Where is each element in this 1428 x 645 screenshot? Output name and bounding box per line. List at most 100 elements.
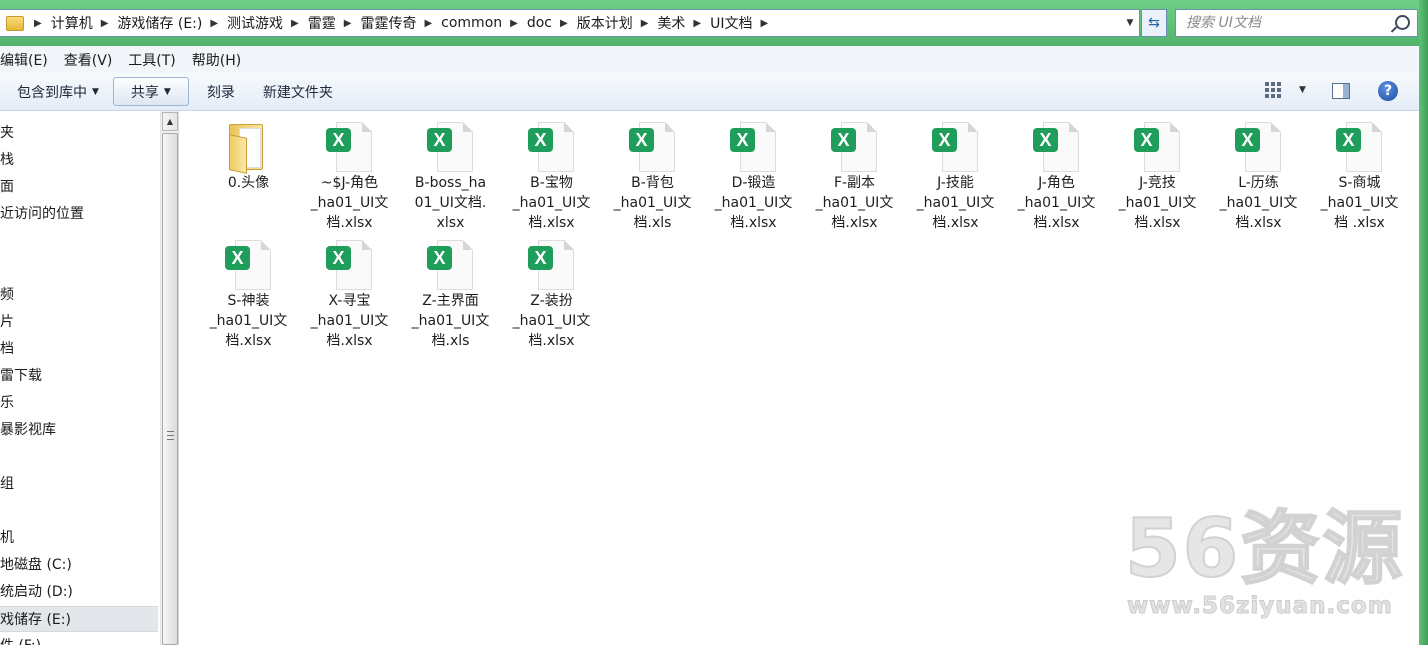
address-bar[interactable]: ▶ 计算机 ▶ 游戏储存 (E:) ▶ 测试游戏 ▶ 雷霆 ▶ 雷霆传奇 ▶ c…	[0, 9, 1140, 37]
scroll-grip-icon	[167, 431, 174, 440]
menu-tools[interactable]: 工具(T)	[120, 50, 183, 70]
chevron-right-icon[interactable]: ▶	[560, 18, 568, 29]
address-band: ▶ 计算机 ▶ 游戏储存 (E:) ▶ 测试游戏 ▶ 雷霆 ▶ 雷霆传奇 ▶ c…	[0, 0, 1428, 46]
excel-file-icon: X	[528, 240, 574, 292]
nav-scrollbar[interactable]: ▲	[160, 111, 179, 645]
help-icon[interactable]: ?	[1378, 81, 1398, 101]
file-item[interactable]: X ~$J-角色 _ha01_UI文 档.xlsx	[299, 111, 400, 231]
nav-item-baofeng-video-library[interactable]: 暴影视库	[0, 417, 158, 443]
breadcrumb-leiting-chuanqi[interactable]: 雷霆传奇	[360, 13, 416, 33]
excel-file-icon: X	[730, 122, 776, 174]
refresh-button[interactable]: ⇆	[1141, 9, 1167, 37]
breadcrumb-computer[interactable]: 计算机	[51, 13, 93, 33]
scroll-thumb[interactable]	[162, 133, 178, 645]
command-toolbar: 包含到库中 ▼ 共享 ▼ 刻录 新建文件夹 ▼ ?	[0, 73, 1419, 111]
breadcrumb-art[interactable]: 美术	[657, 13, 685, 33]
file-name: B-boss_ha 01_UI文档. xlsx	[414, 175, 487, 231]
nav-item-music[interactable]: 乐	[0, 390, 158, 416]
preview-pane-icon[interactable]	[1332, 83, 1350, 99]
chevron-right-icon[interactable]: ▶	[693, 18, 701, 29]
file-item[interactable]: X S-商城 _ha01_UI文 档 .xlsx	[1309, 111, 1410, 231]
chevron-right-icon[interactable]: ▶	[344, 18, 352, 29]
include-in-library-label: 包含到库中	[17, 84, 87, 101]
share-button[interactable]: 共享 ▼	[112, 77, 189, 106]
menu-view[interactable]: 查看(V)	[56, 50, 121, 70]
scroll-up-icon[interactable]: ▲	[162, 112, 178, 131]
menu-bar: 编辑(E) 查看(V) 工具(T) 帮助(H)	[0, 46, 1419, 74]
excel-file-icon: X	[427, 122, 473, 174]
file-item[interactable]: X S-神装 _ha01_UI文 档.xlsx	[198, 229, 299, 349]
file-item[interactable]: X J-技能 _ha01_UI文 档.xlsx	[905, 111, 1006, 231]
chevron-right-icon[interactable]: ▶	[210, 18, 218, 29]
nav-item-drive-f[interactable]: 件 (F:)	[0, 633, 158, 645]
chevron-right-icon[interactable]: ▶	[101, 18, 109, 29]
chevron-right-icon[interactable]: ▶	[34, 18, 42, 29]
nav-item-drive-c[interactable]: 地磁盘 (C:)	[0, 552, 158, 578]
view-grid-icon	[1265, 82, 1281, 98]
file-item[interactable]: X X-寻宝 _ha01_UI文 档.xlsx	[299, 229, 400, 349]
breadcrumb-common[interactable]: common	[441, 15, 502, 31]
file-name: Z-主界面 _ha01_UI文 档.xls	[411, 293, 490, 349]
file-name: D-锻造 _ha01_UI文 档.xlsx	[714, 175, 793, 231]
menu-help[interactable]: 帮助(H)	[184, 50, 249, 70]
file-item[interactable]: X L-历练 _ha01_UI文 档.xlsx	[1208, 111, 1309, 231]
nav-item-downloads[interactable]: 面	[0, 174, 158, 200]
nav-item-recent-places[interactable]: 近访问的位置	[0, 201, 158, 227]
file-item[interactable]: X J-角色 _ha01_UI文 档.xlsx	[1006, 111, 1107, 231]
nav-item-thunder-downloads[interactable]: 雷下载	[0, 363, 158, 389]
file-name: F-副本 _ha01_UI文 档.xlsx	[815, 175, 894, 231]
menu-edit[interactable]: 编辑(E)	[0, 50, 56, 70]
excel-file-icon: X	[1336, 122, 1382, 174]
include-in-library-button[interactable]: 包含到库中 ▼	[0, 77, 109, 106]
breadcrumb-version-plan[interactable]: 版本计划	[577, 13, 633, 33]
nav-item-videos[interactable]: 频	[0, 282, 158, 308]
refresh-icon: ⇆	[1148, 15, 1160, 31]
file-name: 0.头像	[227, 175, 270, 191]
caret-down-icon[interactable]: ▼	[1299, 85, 1306, 95]
breadcrumb-doc[interactable]: doc	[527, 15, 552, 31]
nav-item-drive-d[interactable]: 统启动 (D:)	[0, 579, 158, 605]
file-name: L-历练 _ha01_UI文 档.xlsx	[1219, 175, 1298, 231]
search-input[interactable]	[1184, 14, 1388, 32]
breadcrumb-test-games[interactable]: 测试游戏	[227, 13, 283, 33]
file-item[interactable]: X Z-主界面 _ha01_UI文 档.xls	[400, 229, 501, 349]
chevron-right-icon[interactable]: ▶	[291, 18, 299, 29]
breadcrumb-leiting[interactable]: 雷霆	[308, 13, 336, 33]
file-item[interactable]: X Z-装扮 _ha01_UI文 档.xlsx	[501, 229, 602, 349]
search-icon[interactable]	[1395, 15, 1410, 30]
chevron-right-icon[interactable]: ▶	[641, 18, 649, 29]
address-history-dropdown-icon[interactable]: ▼	[1121, 10, 1139, 36]
caret-down-icon: ▼	[163, 86, 171, 97]
burn-button[interactable]: 刻录	[193, 77, 249, 106]
file-name: B-背包 _ha01_UI文 档.xls	[613, 175, 692, 231]
breadcrumb-drive-e[interactable]: 游戏储存 (E:)	[117, 13, 202, 33]
excel-file-icon: X	[1134, 122, 1180, 174]
search-box[interactable]	[1175, 9, 1418, 37]
file-item[interactable]: X F-副本 _ha01_UI文 档.xlsx	[804, 111, 905, 231]
file-item[interactable]: X B-背包 _ha01_UI文 档.xls	[602, 111, 703, 231]
file-item[interactable]: X B-宝物 _ha01_UI文 档.xlsx	[501, 111, 602, 231]
file-item[interactable]: X J-竞技 _ha01_UI文 档.xlsx	[1107, 111, 1208, 231]
chevron-right-icon[interactable]: ▶	[424, 18, 432, 29]
file-item[interactable]: X B-boss_ha 01_UI文档. xlsx	[400, 111, 501, 231]
watermark-logo-text: 56资源	[1124, 502, 1405, 595]
file-item[interactable]: X D-锻造 _ha01_UI文 档.xlsx	[703, 111, 804, 231]
share-label: 共享	[130, 84, 159, 101]
nav-item-favorites[interactable]: 夹	[0, 120, 158, 146]
new-folder-button[interactable]: 新建文件夹	[253, 77, 343, 106]
file-item-folder[interactable]: 0.头像	[198, 111, 299, 227]
chevron-right-icon[interactable]: ▶	[761, 18, 769, 29]
chevron-right-icon[interactable]: ▶	[510, 18, 518, 29]
watermark-url: www.56ziyuan.com	[1127, 593, 1393, 620]
nav-item-pictures[interactable]: 片	[0, 309, 158, 335]
nav-item-desktop[interactable]: 栈	[0, 147, 158, 173]
nav-item-drive-e[interactable]: 戏储存 (E:)	[0, 606, 158, 632]
breadcrumb-ui-docs[interactable]: UI文档	[710, 13, 752, 33]
excel-file-icon: X	[831, 122, 877, 174]
change-view-button[interactable]: ▼	[1265, 82, 1306, 98]
excel-file-icon: X	[528, 122, 574, 174]
nav-item-homegroup[interactable]: 组	[0, 471, 158, 497]
excel-file-icon: X	[1033, 122, 1079, 174]
nav-item-computer[interactable]: 机	[0, 525, 158, 551]
nav-item-documents[interactable]: 档	[0, 336, 158, 362]
